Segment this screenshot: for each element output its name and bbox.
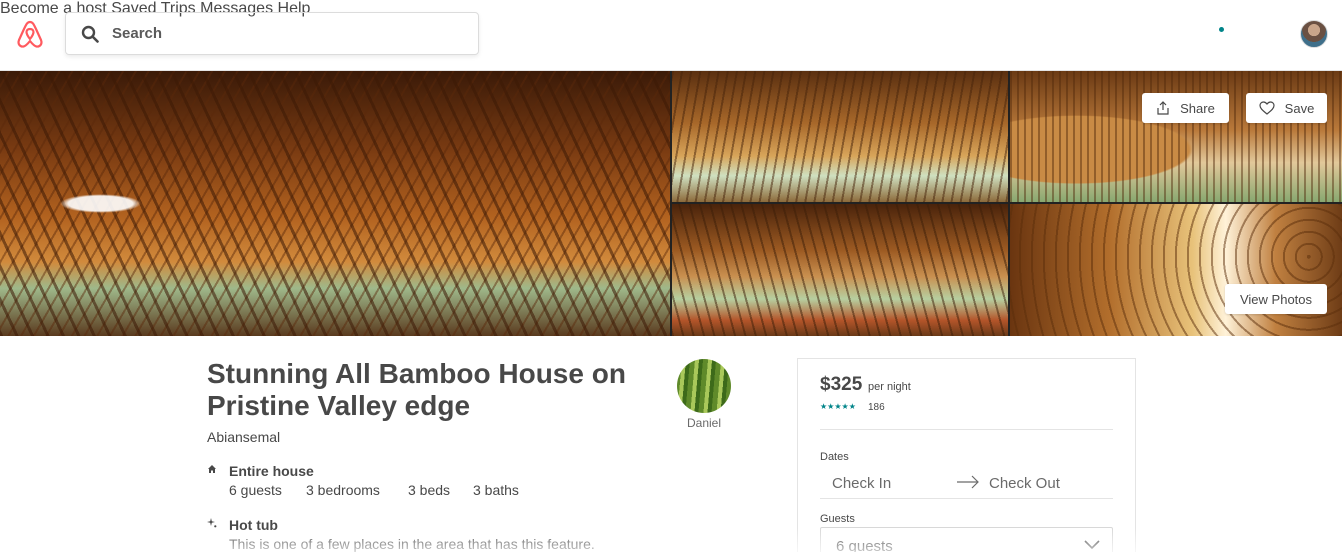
guests-label: Guests xyxy=(820,513,855,525)
main-photo[interactable] xyxy=(0,71,670,336)
check-out-input[interactable]: Check Out xyxy=(989,475,1060,492)
sparkle-icon xyxy=(207,518,217,531)
save-label: Save xyxy=(1284,100,1315,116)
chevron-down-icon xyxy=(1084,540,1100,550)
booking-card: $325 per night ★★★★★ 186 Dates Check In … xyxy=(797,358,1136,552)
bath-count: 3 baths xyxy=(473,482,519,498)
review-count[interactable]: 186 xyxy=(868,402,885,413)
photo-gallery xyxy=(0,71,1342,336)
heart-icon xyxy=(1259,101,1275,115)
airbnb-logo-icon[interactable] xyxy=(16,19,44,49)
guest-count: 6 guests xyxy=(229,482,282,498)
photo-thumbnail[interactable] xyxy=(672,71,1008,202)
host-avatar[interactable] xyxy=(677,359,731,413)
arrow-right-icon xyxy=(957,475,979,489)
photo-thumbnail[interactable] xyxy=(1010,71,1342,202)
user-avatar[interactable] xyxy=(1300,20,1328,48)
listing-location[interactable]: Abiansemal xyxy=(207,429,280,445)
dates-label: Dates xyxy=(820,451,849,463)
search-icon xyxy=(81,25,99,43)
bottom-fade-overlay xyxy=(0,528,1342,552)
listing-title: Stunning All Bamboo House on Pristine Va… xyxy=(207,358,626,421)
share-icon xyxy=(1157,101,1169,115)
view-photos-label: View Photos xyxy=(1239,291,1313,307)
nightly-price: $325 xyxy=(820,374,863,395)
save-button[interactable]: Save xyxy=(1246,93,1327,123)
feature-description: This is one of a few places in the area … xyxy=(229,536,595,552)
photo-thumbnail[interactable] xyxy=(1010,204,1342,336)
feature-title: Hot tub xyxy=(229,517,278,533)
photo-thumbnail[interactable] xyxy=(672,204,1008,336)
host-name[interactable]: Daniel xyxy=(677,416,731,430)
search-input[interactable] xyxy=(112,25,462,42)
check-in-input[interactable]: Check In xyxy=(832,475,891,492)
home-icon xyxy=(207,464,217,477)
star-rating: ★★★★★ xyxy=(820,402,856,411)
bedroom-count: 3 bedrooms xyxy=(306,482,380,498)
view-photos-button[interactable]: View Photos xyxy=(1225,284,1327,314)
guests-value: 6 guests xyxy=(836,538,893,552)
messages-notification-dot xyxy=(1219,27,1224,32)
share-label: Share xyxy=(1180,100,1215,116)
guests-select[interactable]: 6 guests xyxy=(820,527,1113,552)
per-night-label: per night xyxy=(868,381,911,393)
bed-count: 3 beds xyxy=(408,482,451,498)
search-bar[interactable] xyxy=(65,12,479,55)
top-header: Become a host Saved Trips Messages Help xyxy=(0,0,1342,71)
share-button[interactable]: Share xyxy=(1142,93,1229,123)
feature-title: Entire house xyxy=(229,463,314,479)
date-range-picker: Check In Check Out xyxy=(820,467,1113,499)
divider xyxy=(820,429,1113,430)
